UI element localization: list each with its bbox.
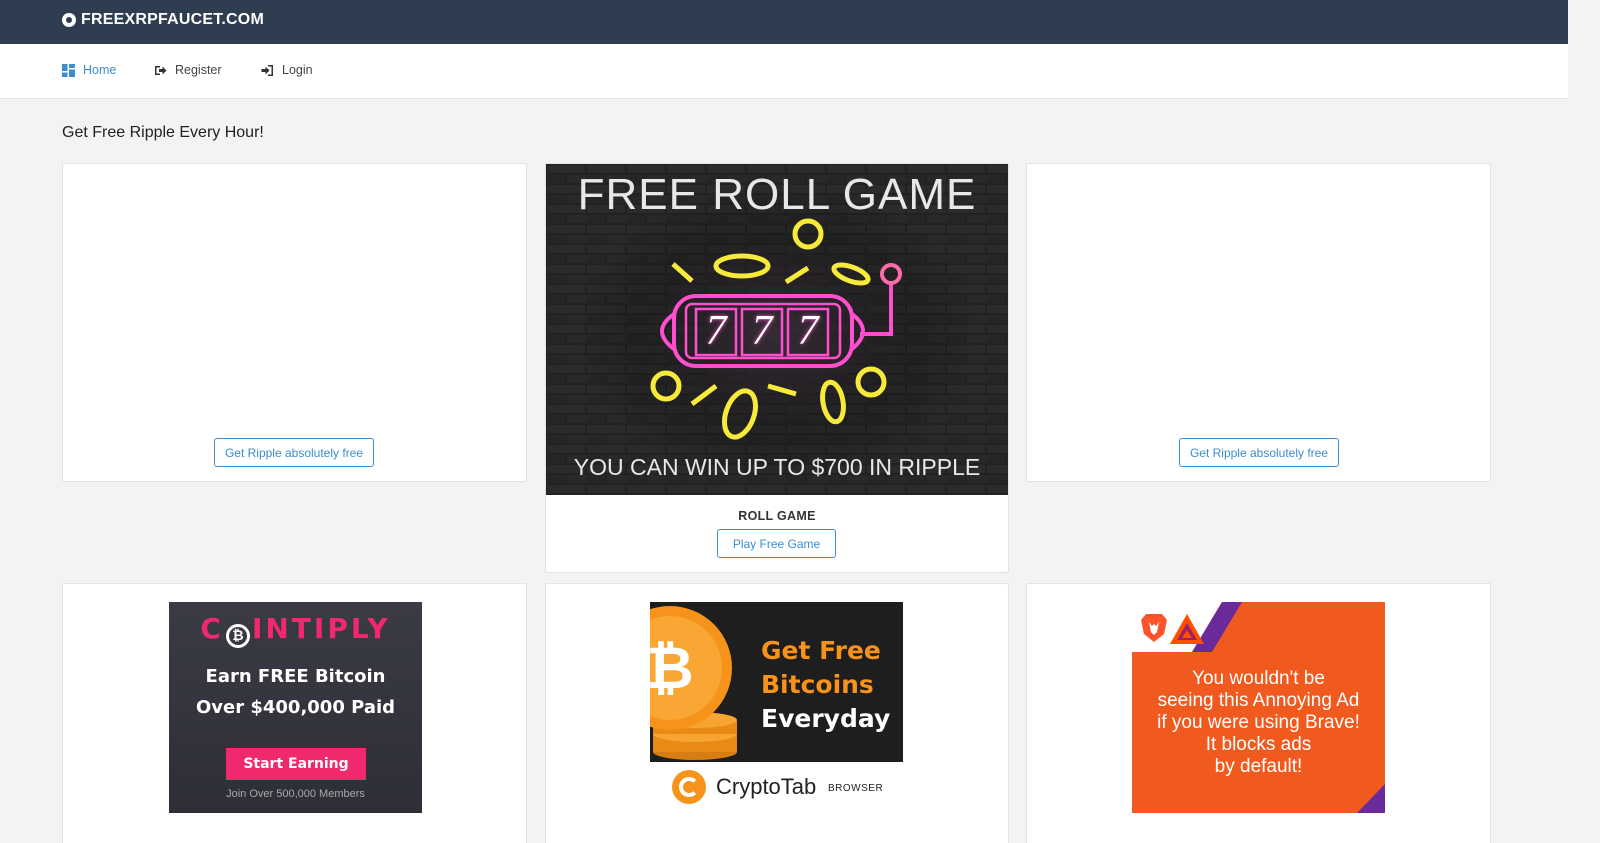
cointiply-logo-c: C — [200, 612, 224, 645]
page-title: Get Free Ripple Every Hour! — [62, 124, 264, 141]
cryptotab-line1: Get Free — [761, 636, 881, 665]
cointiply-line2: Over $400,000 Paid — [195, 697, 396, 718]
sign-out-icon — [155, 65, 167, 75]
roll-game-label: ROLL GAME — [738, 509, 816, 523]
cointiply-logo-rest: INTIPLY — [251, 612, 391, 645]
brave-lion-icon — [1141, 614, 1167, 642]
cointiply-ad[interactable]: C ₿ INTIPLY Earn FREE Bitcoin Over $400,00… — [169, 602, 422, 813]
nav-item-label: Register — [175, 63, 222, 77]
cryptotab-ad[interactable]: ₿ Get Free Bitcoins Everyday CryptoTab B… — [650, 602, 903, 813]
brave-line: It blocks ads — [1205, 734, 1312, 755]
cryptotab-brand: CryptoTab — [716, 774, 817, 799]
brave-line: You wouldn't be — [1192, 668, 1325, 689]
svg-text:₿: ₿ — [650, 634, 694, 702]
slot-digit: 7 — [751, 308, 773, 354]
ad-card-brave: You wouldn't be seeing this Annoying Ad … — [1026, 583, 1491, 843]
cryptotab-line3: Everyday — [761, 704, 891, 733]
nav-item-label: Home — [83, 63, 117, 77]
roll-game-card: FREE ROLL GAME 7 7 7 YOU CAN WIN UP TO $… — [545, 163, 1009, 573]
cointiply-footer: Join Over 500,000 Members — [226, 788, 365, 800]
nav-bar: Home Register Login — [0, 44, 1568, 99]
brave-line: seeing this Annoying Ad — [1157, 690, 1360, 711]
play-free-game-button[interactable]: Play Free Game — [717, 529, 836, 558]
brave-ad[interactable]: You wouldn't be seeing this Annoying Ad … — [1132, 602, 1385, 813]
brave-line: by default! — [1214, 756, 1303, 777]
roll-banner-caption: YOU CAN WIN UP TO $700 IN RIPPLE — [573, 454, 981, 480]
page-scrollbar[interactable] — [1568, 0, 1600, 843]
cointiply-logo: C ₿ INTIPLY — [169, 612, 422, 648]
bat-triangle-icon — [1170, 614, 1204, 644]
nav-item-login[interactable]: Login — [261, 63, 313, 77]
bitcoin-coin-icon: ₿ — [225, 624, 250, 648]
cryptotab-line2: Bitcoins — [761, 670, 874, 699]
slot-digit: 7 — [797, 308, 819, 354]
slot-digit: 7 — [705, 308, 727, 354]
radiation-icon — [62, 13, 76, 27]
start-earning-button[interactable]: Start Earning — [226, 748, 366, 780]
roll-banner-title: FREE ROLL GAME — [577, 170, 977, 219]
bitcoin-coin-icon: ₿ — [650, 606, 737, 760]
ad-card-left: Get Ripple absolutely free — [62, 163, 527, 482]
get-ripple-button[interactable]: Get Ripple absolutely free — [214, 438, 374, 467]
nav-item-home[interactable]: Home — [62, 63, 116, 77]
sign-in-icon — [261, 64, 273, 76]
cryptotab-brand-suffix: BROWSER — [828, 783, 884, 794]
nav-item-register[interactable]: Register — [154, 63, 222, 77]
ad-card-right: Get Ripple absolutely free — [1026, 163, 1491, 482]
cryptotab-logo-icon — [672, 770, 706, 804]
ad-card-cointiply: C ₿ INTIPLY Earn FREE Bitcoin Over $400,00… — [62, 583, 527, 843]
roll-game-banner[interactable]: FREE ROLL GAME 7 7 7 YOU CAN WIN UP TO $… — [546, 164, 1008, 495]
brave-line: if you were using Brave! — [1157, 712, 1360, 733]
cointiply-line1: Earn FREE Bitcoin — [205, 666, 386, 687]
brand-name: FREEXRPFAUCET.COM — [81, 11, 264, 28]
get-ripple-button[interactable]: Get Ripple absolutely free — [1179, 438, 1339, 467]
nav-item-label: Login — [282, 63, 313, 77]
top-header-bar: FREEXRPFAUCET.COM — [0, 0, 1568, 44]
brand-logo[interactable]: FREEXRPFAUCET.COM — [62, 11, 264, 29]
ad-card-cryptotab: ₿ Get Free Bitcoins Everyday CryptoTab B… — [545, 583, 1009, 843]
dashboard-icon — [62, 63, 75, 77]
